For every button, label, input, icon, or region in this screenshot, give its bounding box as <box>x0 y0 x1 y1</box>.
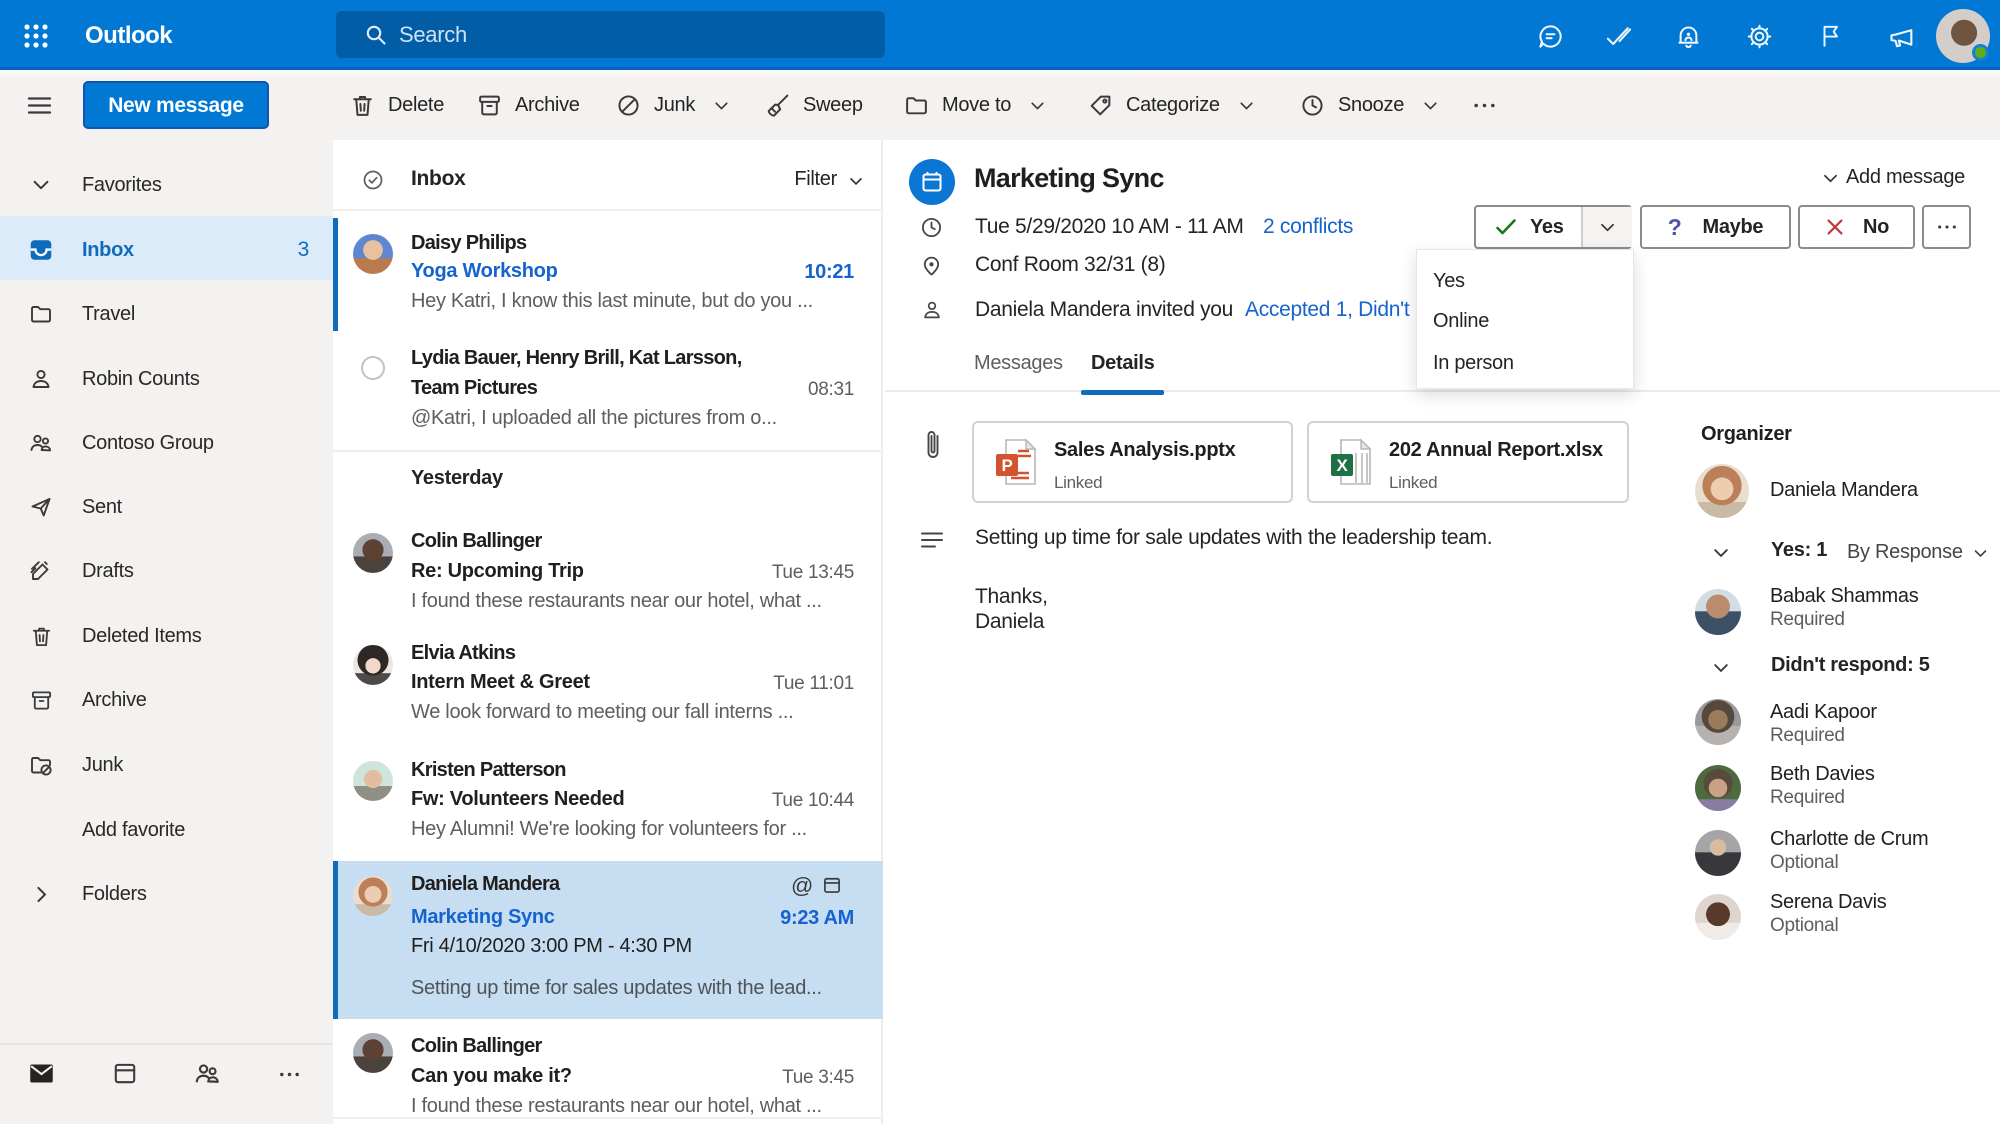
svg-text:X: X <box>1336 456 1348 475</box>
svg-text:P: P <box>1001 456 1012 475</box>
